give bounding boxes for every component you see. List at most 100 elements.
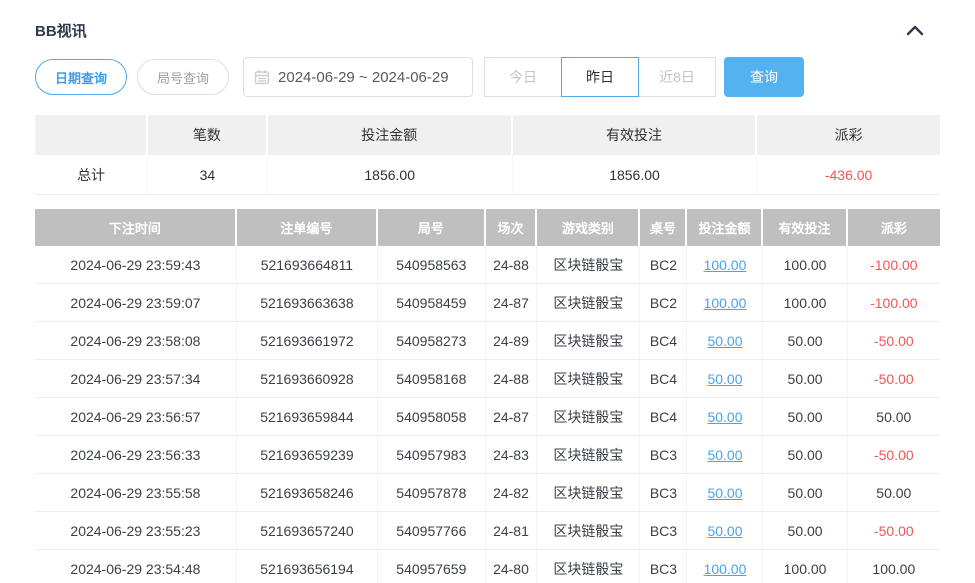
cell-round-id: 540957659 <box>378 550 486 583</box>
cell-bet-amount: 50.00 <box>687 322 763 360</box>
filter-bar: 日期查询 局号查询 2024-06-29 ~ 2024-06-29 今日昨日近8… <box>35 57 940 97</box>
summary-payout-value: -436.00 <box>757 155 940 195</box>
cell-payout: -100.00 <box>848 246 940 284</box>
cell-round-id: 540957766 <box>378 512 486 550</box>
cell-bet-time: 2024-06-29 23:55:58 <box>35 474 237 512</box>
cell-bet-time: 2024-06-29 23:56:33 <box>35 436 237 474</box>
cell-session: 24-88 <box>486 246 538 284</box>
cell-bet-id: 521693657240 <box>237 512 378 550</box>
cell-valid-bet: 100.00 <box>763 284 847 322</box>
bet-amount-link[interactable]: 100.00 <box>704 561 747 577</box>
cell-session: 24-88 <box>486 360 538 398</box>
bet-amount-link[interactable]: 100.00 <box>704 257 747 273</box>
quick-range-button[interactable]: 近8日 <box>638 57 716 97</box>
bet-amount-link[interactable]: 50.00 <box>707 333 742 349</box>
cell-bet-time: 2024-06-29 23:58:08 <box>35 322 237 360</box>
cell-game-type: 区块链骰宝 <box>537 322 640 360</box>
cell-game-type: 区块链骰宝 <box>537 550 640 583</box>
cell-round-id: 540957878 <box>378 474 486 512</box>
col-header-bet-id: 注单编号 <box>237 209 378 246</box>
cell-session: 24-81 <box>486 512 538 550</box>
bb-video-panel: BB视讯 日期查询 局号查询 2024-06-29 ~ 2024-06-29 今… <box>0 0 975 583</box>
cell-game-type: 区块链骰宝 <box>537 474 640 512</box>
col-header-round-id: 局号 <box>378 209 486 246</box>
bet-amount-link[interactable]: 50.00 <box>707 523 742 539</box>
cell-round-id: 540958459 <box>378 284 486 322</box>
cell-bet-time: 2024-06-29 23:56:57 <box>35 398 237 436</box>
table-row: 2024-06-29 23:57:34 521693660928 5409581… <box>35 360 940 398</box>
cell-round-id: 540958273 <box>378 322 486 360</box>
summary-header-valid-bet: 有效投注 <box>513 115 757 155</box>
summary-bet-amount-value: 1856.00 <box>268 155 513 195</box>
cell-round-id: 540958058 <box>378 398 486 436</box>
cell-valid-bet: 100.00 <box>763 246 847 284</box>
panel-header: BB视讯 <box>35 16 940 44</box>
cell-bet-amount: 50.00 <box>687 474 763 512</box>
cell-session: 24-83 <box>486 436 538 474</box>
cell-table-no: BC4 <box>640 360 687 398</box>
bet-amount-link[interactable]: 50.00 <box>707 409 742 425</box>
summary-table: 笔数 投注金额 有效投注 派彩 总计 34 1856.00 1856.00 -4… <box>35 115 940 195</box>
quick-range-button[interactable]: 昨日 <box>561 57 639 97</box>
summary-header-payout: 派彩 <box>757 115 940 155</box>
col-header-session: 场次 <box>486 209 538 246</box>
cell-game-type: 区块链骰宝 <box>537 398 640 436</box>
cell-bet-id: 521693658246 <box>237 474 378 512</box>
cell-payout: -50.00 <box>848 322 940 360</box>
search-button[interactable]: 查询 <box>724 57 804 97</box>
col-header-game-type: 游戏类别 <box>537 209 640 246</box>
summary-header-row: 笔数 投注金额 有效投注 派彩 <box>35 115 940 155</box>
cell-payout: -50.00 <box>848 512 940 550</box>
summary-header-bet-amount: 投注金额 <box>268 115 513 155</box>
records-table: 下注时间 注单编号 局号 场次 游戏类别 桌号 投注金额 有效投注 派彩 202… <box>35 209 940 583</box>
cell-valid-bet: 100.00 <box>763 550 847 583</box>
cell-bet-amount: 50.00 <box>687 512 763 550</box>
cell-bet-id: 521693660928 <box>237 360 378 398</box>
cell-game-type: 区块链骰宝 <box>537 512 640 550</box>
tab-round-query[interactable]: 局号查询 <box>137 59 229 95</box>
cell-bet-id: 521693663638 <box>237 284 378 322</box>
cell-table-no: BC3 <box>640 436 687 474</box>
calendar-icon <box>254 69 270 85</box>
page-title: BB视讯 <box>35 20 87 41</box>
cell-payout: -100.00 <box>848 284 940 322</box>
cell-bet-time: 2024-06-29 23:55:23 <box>35 512 237 550</box>
cell-valid-bet: 50.00 <box>763 512 847 550</box>
cell-payout: 100.00 <box>848 550 940 583</box>
bet-amount-link[interactable]: 50.00 <box>707 485 742 501</box>
summary-total-row: 总计 34 1856.00 1856.00 -436.00 <box>35 155 940 195</box>
cell-round-id: 540958168 <box>378 360 486 398</box>
quick-range-button[interactable]: 今日 <box>484 57 562 97</box>
cell-game-type: 区块链骰宝 <box>537 246 640 284</box>
cell-bet-id: 521693664811 <box>237 246 378 284</box>
summary-total-label: 总计 <box>35 155 148 195</box>
cell-payout: 50.00 <box>848 474 940 512</box>
date-range-picker[interactable]: 2024-06-29 ~ 2024-06-29 <box>243 57 473 97</box>
date-range-value: 2024-06-29 ~ 2024-06-29 <box>278 69 449 86</box>
collapse-button[interactable] <box>906 24 924 36</box>
bet-amount-link[interactable]: 50.00 <box>707 447 742 463</box>
cell-round-id: 540958563 <box>378 246 486 284</box>
table-row: 2024-06-29 23:54:48 521693656194 5409576… <box>35 550 940 583</box>
cell-bet-time: 2024-06-29 23:57:34 <box>35 360 237 398</box>
bet-amount-link[interactable]: 50.00 <box>707 371 742 387</box>
cell-valid-bet: 50.00 <box>763 360 847 398</box>
cell-bet-amount: 100.00 <box>687 550 763 583</box>
cell-bet-time: 2024-06-29 23:54:48 <box>35 550 237 583</box>
col-header-valid-bet: 有效投注 <box>763 209 847 246</box>
bet-amount-link[interactable]: 100.00 <box>704 295 747 311</box>
cell-table-no: BC3 <box>640 512 687 550</box>
cell-session: 24-82 <box>486 474 538 512</box>
col-header-payout: 派彩 <box>848 209 940 246</box>
cell-payout: -50.00 <box>848 360 940 398</box>
cell-bet-amount: 100.00 <box>687 246 763 284</box>
tab-date-query[interactable]: 日期查询 <box>35 59 127 95</box>
table-row: 2024-06-29 23:55:58 521693658246 5409578… <box>35 474 940 512</box>
cell-bet-id: 521693661972 <box>237 322 378 360</box>
cell-valid-bet: 50.00 <box>763 474 847 512</box>
table-row: 2024-06-29 23:55:23 521693657240 5409577… <box>35 512 940 550</box>
cell-game-type: 区块链骰宝 <box>537 284 640 322</box>
summary-header-count: 笔数 <box>148 115 267 155</box>
cell-valid-bet: 50.00 <box>763 398 847 436</box>
cell-table-no: BC2 <box>640 284 687 322</box>
